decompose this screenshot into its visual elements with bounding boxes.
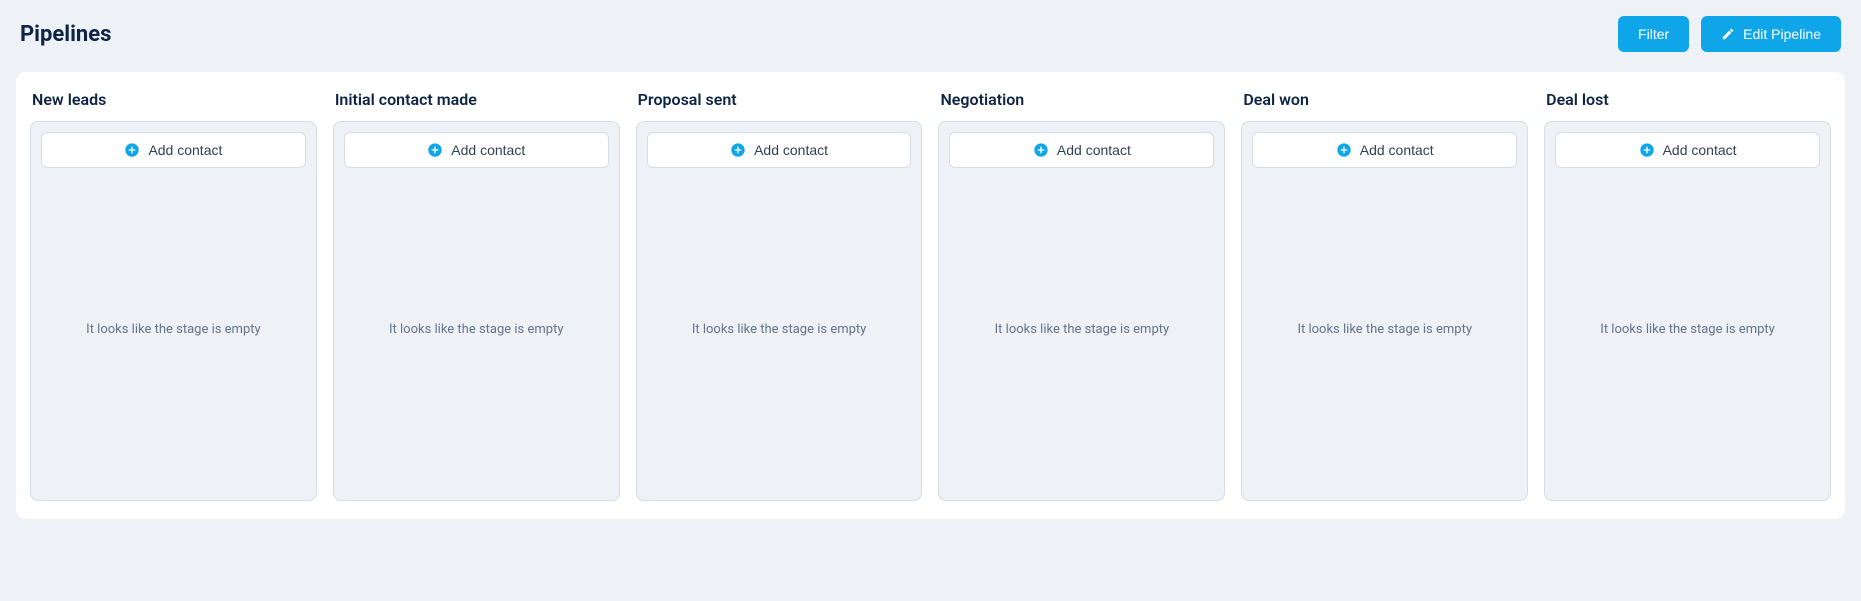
pipeline-columns: New leads Add contact It looks like the … <box>30 90 1831 501</box>
add-contact-button[interactable]: Add contact <box>344 132 609 168</box>
pipeline-board: New leads Add contact It looks like the … <box>16 72 1845 519</box>
empty-area: It looks like the stage is empty <box>41 168 306 490</box>
column-title: Deal won <box>1241 90 1528 109</box>
empty-area: It looks like the stage is empty <box>344 168 609 490</box>
plus-circle-icon <box>730 142 746 158</box>
plus-circle-icon <box>1336 142 1352 158</box>
empty-stage-text: It looks like the stage is empty <box>692 322 867 337</box>
header-actions: Filter Edit Pipeline <box>1618 16 1841 52</box>
pipeline-column: Initial contact made Add contact It look… <box>333 90 620 501</box>
edit-pipeline-button[interactable]: Edit Pipeline <box>1701 16 1841 52</box>
pipeline-stage[interactable]: Add contact It looks like the stage is e… <box>333 121 620 501</box>
empty-stage-text: It looks like the stage is empty <box>1297 322 1472 337</box>
add-contact-button[interactable]: Add contact <box>41 132 306 168</box>
pipeline-stage[interactable]: Add contact It looks like the stage is e… <box>1241 121 1528 501</box>
empty-area: It looks like the stage is empty <box>949 168 1214 490</box>
add-contact-label: Add contact <box>1360 142 1434 158</box>
add-contact-button[interactable]: Add contact <box>647 132 912 168</box>
pipeline-column: Deal won Add contact It looks like the s… <box>1241 90 1528 501</box>
plus-circle-icon <box>427 142 443 158</box>
pipeline-stage[interactable]: Add contact It looks like the stage is e… <box>938 121 1225 501</box>
add-contact-button[interactable]: Add contact <box>1252 132 1517 168</box>
pipeline-stage[interactable]: Add contact It looks like the stage is e… <box>636 121 923 501</box>
pencil-icon <box>1721 27 1735 41</box>
empty-stage-text: It looks like the stage is empty <box>995 322 1170 337</box>
filter-button[interactable]: Filter <box>1618 16 1689 52</box>
add-contact-label: Add contact <box>451 142 525 158</box>
column-title: New leads <box>30 90 317 109</box>
add-contact-label: Add contact <box>1057 142 1131 158</box>
add-contact-button[interactable]: Add contact <box>1555 132 1820 168</box>
pipeline-column: Proposal sent Add contact It looks like … <box>636 90 923 501</box>
column-title: Deal lost <box>1544 90 1831 109</box>
page-header: Pipelines Filter Edit Pipeline <box>16 16 1845 52</box>
plus-circle-icon <box>1639 142 1655 158</box>
empty-area: It looks like the stage is empty <box>1252 168 1517 490</box>
pipeline-column: Negotiation Add contact It looks like th… <box>938 90 1225 501</box>
pipeline-column: New leads Add contact It looks like the … <box>30 90 317 501</box>
empty-stage-text: It looks like the stage is empty <box>86 322 261 337</box>
empty-stage-text: It looks like the stage is empty <box>389 322 564 337</box>
filter-button-label: Filter <box>1638 26 1669 42</box>
page-title: Pipelines <box>20 22 111 47</box>
empty-area: It looks like the stage is empty <box>647 168 912 490</box>
pipeline-stage[interactable]: Add contact It looks like the stage is e… <box>30 121 317 501</box>
add-contact-button[interactable]: Add contact <box>949 132 1214 168</box>
pipeline-column: Deal lost Add contact It looks like the … <box>1544 90 1831 501</box>
empty-area: It looks like the stage is empty <box>1555 168 1820 490</box>
pipeline-stage[interactable]: Add contact It looks like the stage is e… <box>1544 121 1831 501</box>
column-title: Negotiation <box>938 90 1225 109</box>
add-contact-label: Add contact <box>1663 142 1737 158</box>
plus-circle-icon <box>124 142 140 158</box>
add-contact-label: Add contact <box>754 142 828 158</box>
column-title: Proposal sent <box>636 90 923 109</box>
edit-pipeline-button-label: Edit Pipeline <box>1743 26 1821 42</box>
column-title: Initial contact made <box>333 90 620 109</box>
add-contact-label: Add contact <box>148 142 222 158</box>
plus-circle-icon <box>1033 142 1049 158</box>
empty-stage-text: It looks like the stage is empty <box>1600 322 1775 337</box>
